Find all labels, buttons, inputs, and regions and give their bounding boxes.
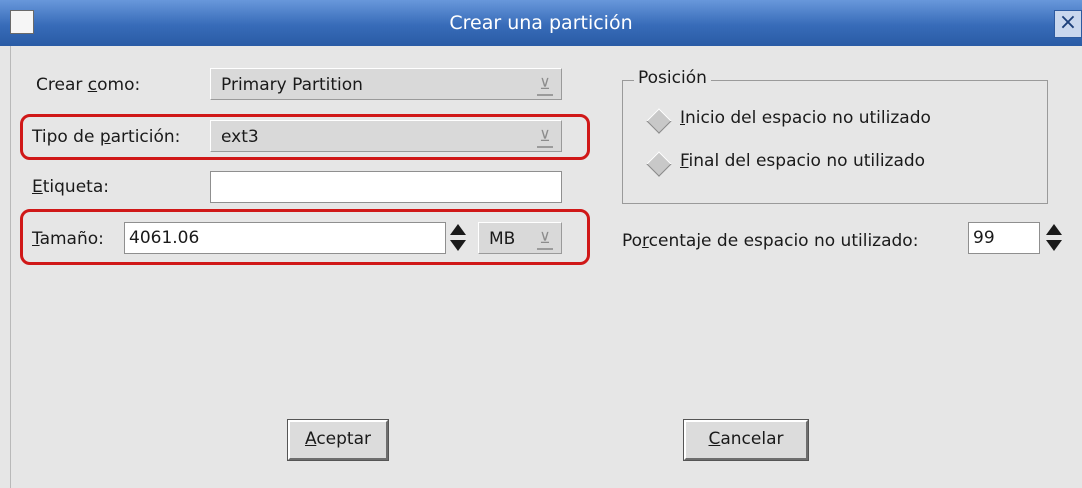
porcentaje-spin-icon[interactable] (1044, 222, 1064, 254)
final-rest: inal del espacio no utilizado (688, 151, 926, 171)
dialog-window: Crear una partición × Crear como: Primar… (0, 0, 1082, 488)
radio-inicio-label[interactable]: Inicio del espacio no utilizado (680, 108, 931, 128)
window-frame-left (0, 46, 11, 488)
spin-down-icon[interactable] (1046, 240, 1062, 251)
aceptar-button[interactable]: Aceptar (287, 419, 389, 461)
crear-como-label-text: Crear (36, 75, 88, 95)
posicion-title: Posición (634, 68, 711, 88)
etiqueta-label: Etiqueta: (32, 177, 109, 197)
porcentaje-input[interactable]: 99 (968, 222, 1040, 254)
inicio-rest: nicio del espacio no utilizado (685, 108, 931, 128)
crear-como-label-rest: omo: (97, 75, 141, 95)
etiqueta-input[interactable] (210, 171, 562, 203)
crear-como-label: Crear como: (36, 75, 140, 95)
final-mnemonic: F (680, 151, 689, 171)
cancelar-rest: ancelar (720, 429, 784, 449)
porcentaje-label-text: Po (622, 231, 643, 251)
title-bar[interactable]: Crear una partición × (0, 0, 1082, 46)
porcentaje-mnemonic: r (642, 231, 649, 251)
chevron-down-icon: ⊻ (537, 74, 553, 96)
window-title: Crear una partición (449, 12, 633, 34)
crear-como-mnemonic: c (87, 75, 98, 95)
porcentaje-label-rest: centaje de espacio no utilizado: (648, 231, 919, 251)
cancelar-button[interactable]: Cancelar (683, 419, 809, 461)
crear-como-value: Primary Partition (221, 75, 363, 95)
aceptar-mnemonic: A (304, 429, 317, 449)
close-icon[interactable]: × (1054, 10, 1082, 38)
porcentaje-label: Porcentaje de espacio no utilizado: (622, 231, 918, 251)
etiqueta-mnemonic: E (32, 177, 43, 197)
crear-como-combo[interactable]: Primary Partition ⊻ (210, 68, 562, 100)
posicion-group (622, 80, 1048, 204)
aceptar-rest: ceptar (316, 429, 371, 449)
red-highlight-tamano (20, 209, 590, 265)
spin-up-icon[interactable] (1046, 224, 1062, 235)
red-highlight-tipo (20, 114, 590, 160)
radio-final-label[interactable]: Final del espacio no utilizado (680, 151, 925, 171)
cancelar-mnemonic: C (708, 429, 721, 449)
etiqueta-label-rest: tiqueta: (42, 177, 109, 197)
